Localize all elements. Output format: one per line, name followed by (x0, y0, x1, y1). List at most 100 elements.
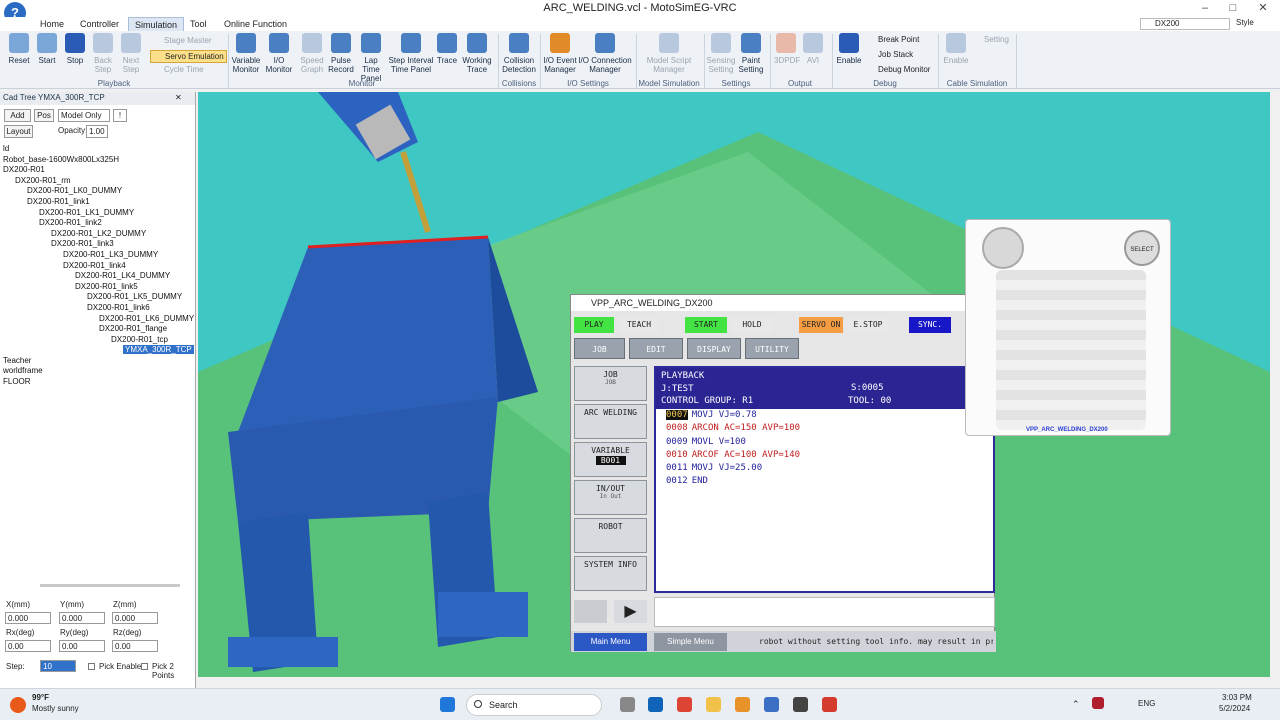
ry-input[interactable]: 0.00 (59, 640, 105, 652)
horizontal-scrollbar[interactable] (40, 584, 180, 587)
tab-home[interactable]: Home (34, 17, 70, 31)
3dpdf-button[interactable]: 3DPDF (774, 33, 800, 65)
io-connection-manager-button[interactable]: I/O Connection Manager (578, 33, 632, 74)
app-icon[interactable] (735, 697, 750, 712)
paint-setting-button[interactable]: Paint Setting (736, 33, 766, 74)
z-input[interactable]: 0.000 (112, 612, 158, 624)
tree-item[interactable]: DX200-R01_tcp (3, 335, 193, 346)
tray-chevron-icon[interactable]: ⌃ (1072, 699, 1080, 710)
tree-item[interactable]: DX200-R01_link6 (3, 303, 193, 314)
maximize-button[interactable]: □ (1218, 0, 1248, 17)
reset-button[interactable]: Reset (8, 33, 30, 65)
start-button[interactable]: START (685, 317, 727, 333)
break-point-button[interactable]: Break Point (866, 35, 919, 44)
tree-item[interactable]: DX200-R01_link3 (3, 239, 193, 250)
close-button[interactable]: ✕ (1248, 0, 1278, 17)
tree-item[interactable]: DX200-R01_LK4_DUMMY (3, 271, 193, 282)
clock-time[interactable]: 3:03 PM (1222, 693, 1252, 702)
language-indicator[interactable]: ENG (1138, 699, 1155, 708)
tab-controller[interactable]: Controller (74, 17, 125, 31)
display-menu-button[interactable]: DISPLAY (687, 338, 741, 359)
lap-time-panel-button[interactable]: Lap Time Panel (356, 33, 386, 83)
main-menu-button[interactable]: Main Menu (574, 633, 647, 651)
tray-app-icon[interactable] (1092, 697, 1104, 709)
style-menu[interactable]: Style (1236, 18, 1254, 27)
tree-item[interactable]: DX200-R01_link1 (3, 197, 193, 208)
side-variable-button[interactable]: VARIABLE B001 (574, 442, 647, 477)
tree-item[interactable]: DX200-R01_link2 (3, 218, 193, 229)
hold-button[interactable]: HOLD (731, 317, 773, 333)
tree-item-selected[interactable]: YMXA_300R_TCP (3, 345, 194, 356)
tree-item[interactable]: DX200-R01_LK3_DUMMY (3, 250, 193, 261)
job-line[interactable]: 0007 MOVJ VJ=0.78 (656, 409, 993, 422)
side-system-info-button[interactable]: SYSTEM INFO (574, 556, 647, 591)
play-mode-button[interactable]: PLAY (574, 317, 614, 333)
side-arc-welding-button[interactable]: ARC WELDING (574, 404, 647, 439)
job-line[interactable]: 0008 ARCON AC=150 AVP=100 (656, 422, 993, 435)
minimize-button[interactable]: – (1190, 0, 1220, 17)
tree-item[interactable]: DX200-R01_LK5_DUMMY (3, 292, 193, 303)
select-button[interactable]: SELECT (1124, 230, 1160, 266)
opacity-input[interactable]: 1.00 (86, 125, 108, 138)
windows-start-icon[interactable] (440, 697, 455, 712)
speed-graph-button[interactable]: Speed Graph (298, 33, 326, 74)
simple-menu-button[interactable]: Simple Menu (654, 633, 727, 651)
collision-detection-button[interactable]: Collision Detection (500, 33, 538, 74)
sync-button[interactable]: SYNC. (909, 317, 951, 333)
tree-item[interactable]: DX200-R01_link5 (3, 282, 193, 293)
side-inout-button[interactable]: IN/OUT In Out (574, 480, 647, 515)
media-player-icon[interactable] (793, 697, 808, 712)
tree-item[interactable]: Robot_base-1600Wx800Lx325H (3, 155, 193, 166)
debug-monitor-button[interactable]: Debug Monitor (866, 65, 930, 74)
pendant-icon-toolbar[interactable] (803, 338, 923, 359)
tree-item[interactable]: DX200-R01_LK6_DUMMY (3, 314, 194, 325)
pos-button[interactable]: Pos (34, 109, 54, 122)
file-explorer-icon[interactable] (706, 697, 721, 712)
chrome-icon[interactable] (677, 697, 692, 712)
cable-enable-button[interactable]: Enable (942, 33, 970, 65)
pick-2points-checkbox[interactable] (141, 663, 148, 670)
start-button[interactable]: Start (36, 33, 58, 65)
job-menu-button[interactable]: JOB (574, 338, 625, 359)
job-stack-button[interactable]: Job Stack (866, 50, 913, 59)
sensing-setting-button[interactable]: Sensing Setting (706, 33, 736, 74)
estop-button[interactable]: E.STOP (847, 317, 889, 333)
pendant-screen[interactable]: PLAYBACK J:TEST CONTROL GROUP: R1 S:0005… (654, 366, 995, 593)
tree-item[interactable]: DX200-R01_link4 (3, 261, 193, 272)
cycle-time-button[interactable]: Cycle Time (150, 65, 204, 74)
add-button[interactable]: Add (4, 109, 31, 122)
step-select[interactable]: 10 (40, 660, 76, 672)
recorder-icon[interactable] (822, 697, 837, 712)
controller-select[interactable]: DX200 (1140, 18, 1230, 30)
servo-emulation-button[interactable]: Servo Emulation (150, 50, 227, 63)
job-line[interactable]: 0009 MOVL V=100 (656, 436, 993, 449)
task-view-icon[interactable] (620, 697, 635, 712)
variable-monitor-button[interactable]: Variable Monitor (230, 33, 262, 74)
stop-button[interactable]: Stop (64, 33, 86, 65)
jog-dial[interactable] (982, 227, 1024, 269)
tree-item[interactable]: ld (3, 144, 193, 155)
tree-item[interactable]: FLOOR (3, 377, 193, 388)
motosim-icon[interactable] (764, 697, 779, 712)
teach-mode-button[interactable]: TEACH (619, 317, 659, 333)
next-step-button[interactable]: Next Step (120, 33, 142, 74)
io-event-manager-button[interactable]: I/O Event Manager (542, 33, 578, 74)
close-icon[interactable]: ✕ (175, 93, 182, 102)
clock-date[interactable]: 5/2/2024 (1219, 704, 1250, 713)
tree-item[interactable]: worldframe (3, 366, 193, 377)
utility-menu-button[interactable]: UTILITY (745, 338, 799, 359)
tree-item[interactable]: DX200-R01_LK0_DUMMY (3, 186, 193, 197)
side-robot-button[interactable]: ROBOT (574, 518, 647, 553)
side-job-button[interactable]: JOB JOB (574, 366, 647, 401)
tree-item[interactable]: DX200-R01 (3, 165, 193, 176)
cable-setting-button[interactable]: Setting (972, 35, 1009, 44)
debug-enable-button[interactable]: Enable (836, 33, 862, 65)
stage-master-button[interactable]: Stage Master (150, 36, 212, 45)
y-input[interactable]: 0.000 (59, 612, 105, 624)
rz-input[interactable]: 0.00 (112, 640, 158, 652)
tree-item[interactable]: DX200-R01_rm (3, 176, 193, 187)
weather-icon[interactable] (10, 697, 26, 713)
tab-simulation[interactable]: Simulation (128, 17, 185, 31)
left-arrow-button[interactable] (574, 600, 607, 623)
working-trace-button[interactable]: Working Trace (460, 33, 494, 74)
